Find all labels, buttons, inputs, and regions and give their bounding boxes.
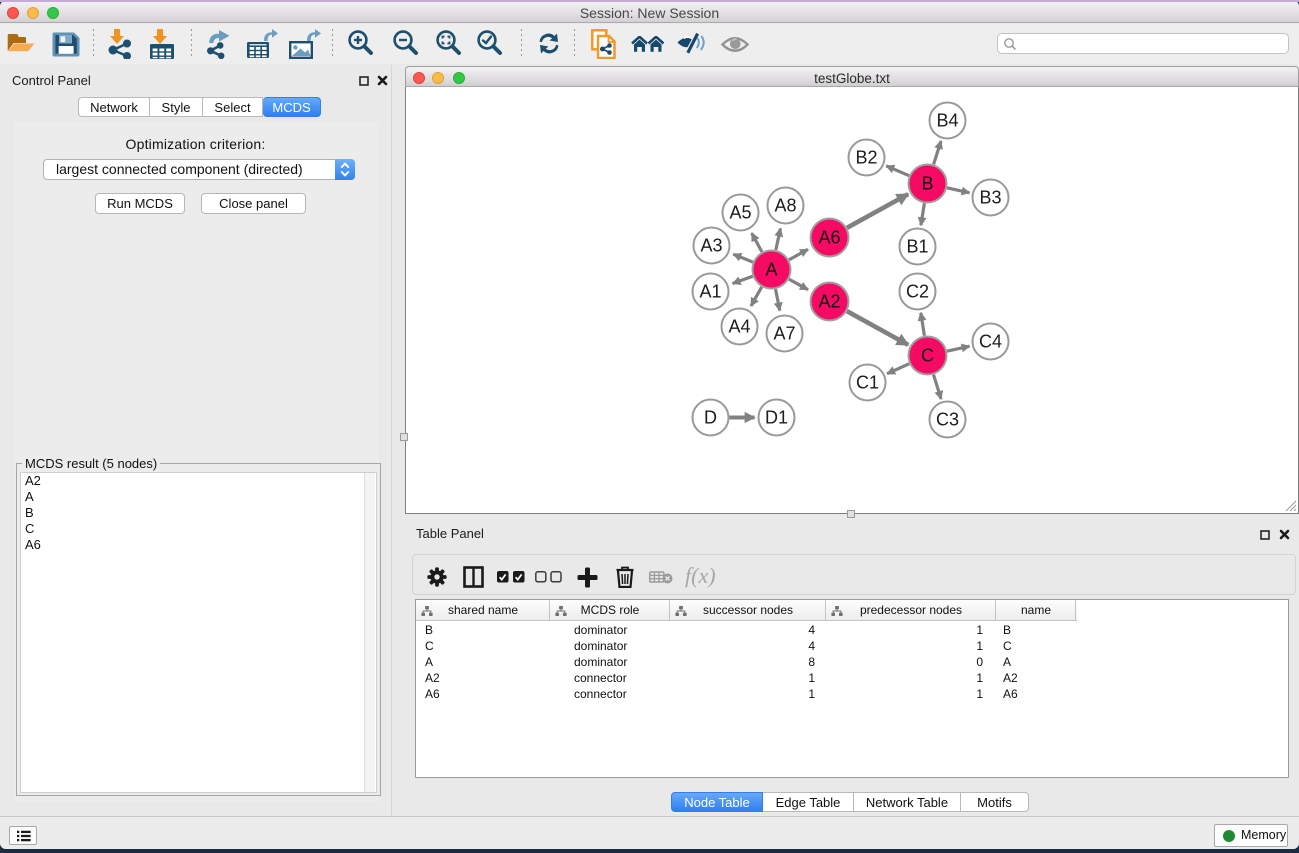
svg-text:A7: A7 [773,324,795,344]
svg-text:A: A [765,260,777,280]
svg-text:B3: B3 [979,188,1001,208]
svg-text:A5: A5 [729,203,751,223]
svg-text:B4: B4 [936,111,958,131]
svg-text:A8: A8 [774,196,796,216]
svg-text:C3: C3 [936,410,959,430]
svg-text:A3: A3 [700,236,722,256]
svg-text:A6: A6 [818,228,840,248]
svg-text:B1: B1 [906,237,928,257]
svg-text:A1: A1 [699,282,721,302]
svg-text:D1: D1 [765,408,788,428]
svg-text:A2: A2 [818,292,840,312]
svg-text:C: C [921,346,934,366]
svg-text:A4: A4 [728,317,750,337]
svg-text:C4: C4 [979,332,1002,352]
svg-text:B: B [921,174,933,194]
svg-text:B2: B2 [855,148,877,168]
svg-text:C1: C1 [856,373,879,393]
svg-text:D: D [704,408,717,428]
svg-text:C2: C2 [906,282,929,302]
